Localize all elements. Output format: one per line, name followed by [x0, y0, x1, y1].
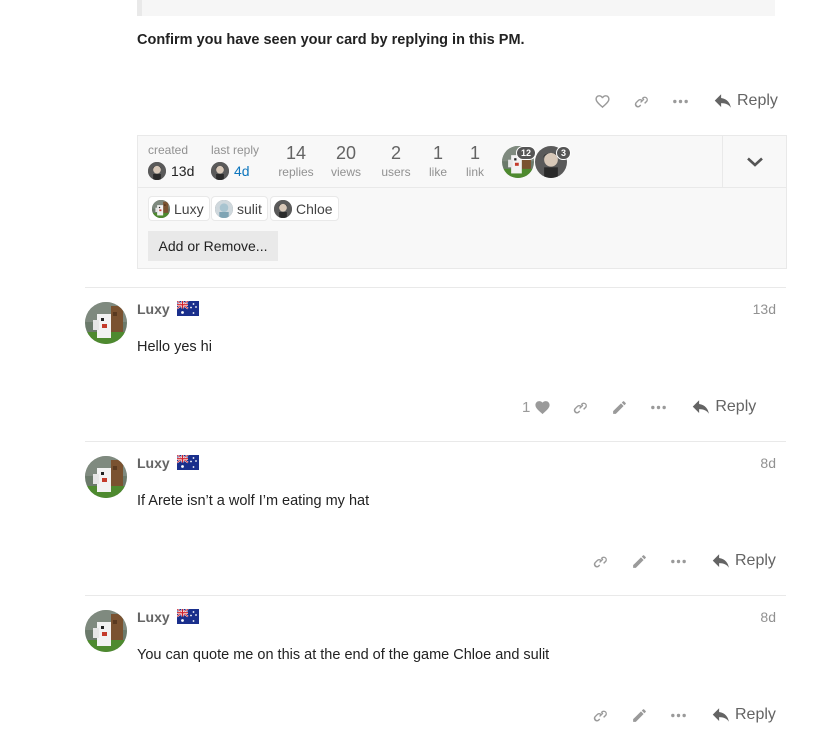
post-separator	[85, 595, 786, 596]
reply-button[interactable]: Reply	[712, 706, 776, 724]
topic-map: created 13d last reply 4d 14 replies 20 vi…	[137, 135, 787, 269]
topic-map-summary: created 13d last reply 4d 14 replies 20 vi…	[138, 136, 786, 188]
participant-chip[interactable]: sulit	[211, 196, 268, 221]
australia-flag-icon	[177, 301, 199, 316]
more-dots-icon[interactable]	[668, 89, 692, 113]
post-actions: Reply	[573, 703, 776, 727]
stat-views: 20 views	[330, 143, 361, 179]
chevron-down-icon	[746, 157, 763, 167]
stat-replies: 14 replies	[278, 143, 314, 179]
avatar[interactable]	[85, 456, 127, 498]
australia-flag-icon	[177, 455, 199, 470]
reply-button[interactable]: Reply	[712, 552, 776, 570]
stat-link: 1 link	[465, 143, 484, 179]
post-count-badge: 12	[516, 146, 537, 160]
edit-pencil-icon[interactable]	[627, 703, 651, 727]
participant-avatar	[274, 199, 292, 218]
post-username[interactable]: Luxy	[137, 609, 170, 625]
reply-button[interactable]: Reply	[714, 92, 778, 110]
liked-heart-icon	[534, 399, 551, 416]
reply-arrow-icon	[692, 399, 710, 415]
share-link-icon[interactable]	[588, 703, 612, 727]
post-body-text: If Arete isn’t a wolf I’m eating my hat	[137, 493, 370, 509]
edit-pencil-icon[interactable]	[627, 549, 651, 573]
more-dots-icon[interactable]	[646, 395, 670, 419]
quote-block	[137, 0, 775, 16]
more-dots-icon[interactable]	[666, 703, 690, 727]
like-count[interactable]: 1	[522, 399, 551, 416]
post-username[interactable]: Luxy	[137, 455, 170, 471]
last-reply-label: last reply	[211, 143, 260, 157]
add-remove-participants-button[interactable]: Add or Remove...	[148, 231, 278, 261]
reply-arrow-icon	[712, 707, 730, 723]
post-username[interactable]: Luxy	[137, 301, 170, 317]
participant-chip[interactable]: Chloe	[270, 196, 339, 221]
post-date[interactable]: 8d	[760, 455, 776, 471]
expand-topic-map-button[interactable]	[722, 136, 786, 188]
post-actions: Reply	[573, 549, 776, 573]
share-link-icon[interactable]	[568, 395, 592, 419]
reply-arrow-icon	[714, 93, 732, 109]
avatar[interactable]	[85, 610, 127, 652]
post-separator	[85, 287, 786, 288]
post-actions: Reply	[575, 89, 778, 113]
post-body-text: Hello yes hi	[137, 339, 212, 355]
post-body-text: Confirm you have seen your card by reply…	[137, 32, 525, 48]
post-date[interactable]: 13d	[753, 301, 776, 317]
more-dots-icon[interactable]	[666, 549, 690, 573]
post-actions: 1 Reply	[522, 395, 756, 419]
share-link-icon[interactable]	[629, 89, 653, 113]
participant-avatar	[152, 199, 170, 218]
participant-chip[interactable]: Luxy	[148, 196, 210, 221]
stat-users: 2 users	[381, 143, 411, 179]
post-date[interactable]: 8d	[760, 609, 776, 625]
stat-like: 1 like	[428, 143, 447, 179]
created-label: created	[148, 143, 189, 157]
share-link-icon[interactable]	[588, 549, 612, 573]
post-body-text: You can quote me on this at the end of t…	[137, 647, 550, 663]
reply-button[interactable]: Reply	[692, 398, 756, 416]
created-value: 13d	[148, 162, 194, 180]
australia-flag-icon	[177, 609, 199, 624]
post-count-badge: 3	[556, 146, 572, 160]
last-reply-value[interactable]: 4d	[211, 162, 250, 180]
avatar[interactable]	[85, 302, 127, 344]
creator-avatar[interactable]	[148, 162, 166, 180]
reply-arrow-icon	[712, 553, 730, 569]
last-replier-avatar[interactable]	[211, 162, 229, 180]
edit-pencil-icon[interactable]	[607, 395, 631, 419]
like-heart-icon[interactable]	[590, 89, 614, 113]
post-separator	[85, 441, 786, 442]
participant-avatar	[215, 199, 233, 218]
